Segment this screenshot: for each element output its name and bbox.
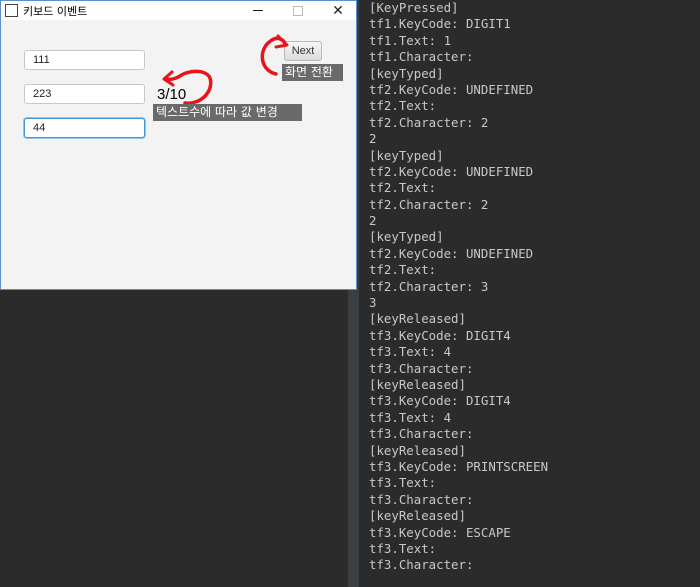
console-line: tf3.Text: [369,540,437,556]
console-line: tf3.KeyCode: PRINTSCREEN [369,458,549,474]
console-line: [keyReleased] [369,508,466,524]
console-line: tf3.Character: [369,491,474,507]
console-line: tf2.Text: [369,262,437,278]
console-line: tf2.KeyCode: UNDEFINED [369,81,534,97]
console-line: tf2.Character: 2 [369,114,489,130]
text-field-3[interactable] [24,118,145,138]
console-line: tf2.KeyCode: UNDEFINED [369,245,534,261]
console-line: tf1.Text: 1 [369,32,452,48]
maximize-icon [293,5,303,16]
console-line: tf3.KeyCode: DIGIT4 [369,327,511,343]
console-line: tf3.Character: [369,360,474,376]
console-output: [KeyPressed] tf1.KeyCode: DIGIT1 tf1.Text:… [359,0,700,587]
console-line: [keyTyped] [369,229,444,245]
maximize-button[interactable] [278,1,318,20]
console-line: 3 [369,295,377,311]
console-line: [keyReleased] [369,311,466,327]
text-field-2[interactable] [24,84,145,104]
window-title: 키보드 이벤트 [23,5,88,18]
console-line: [keyReleased] [369,442,466,458]
console-line: tf1.KeyCode: DIGIT1 [369,16,511,32]
text-field-1[interactable] [24,50,145,70]
console-line: [keyTyped] [369,147,444,163]
console-line: tf3.Text: 4 [369,344,452,360]
console-line: tf2.Text: [369,180,437,196]
close-icon: ✕ [332,2,344,19]
console-line: tf2.Text: [369,98,437,114]
screen-change-note: 화면 전환 [282,64,343,81]
console-line: tf3.Text: [369,475,437,491]
app-window: 키보드 이벤트 ✕ Next 3/10 [0,0,357,290]
console-line: tf1.Character: [369,49,474,65]
console-line: tf3.Character: [369,557,474,573]
minimize-button[interactable] [238,1,278,20]
title-bar[interactable]: 키보드 이벤트 ✕ [1,1,356,20]
value-change-note: 텍스트수에 따라 값 변경 [153,104,302,121]
console-line: tf2.Character: 2 [369,196,489,212]
console-line: [keyTyped] [369,65,444,81]
console-line: tf3.KeyCode: ESCAPE [369,524,511,540]
console-line: tf3.KeyCode: DIGIT4 [369,393,511,409]
console-line: [keyReleased] [369,376,466,392]
console-lines: [KeyPressed] tf1.KeyCode: DIGIT1 tf1.Text:… [359,0,700,574]
console-line: [KeyPressed] [369,0,459,15]
char-counter-label: 3/10 [157,86,187,103]
console-line: tf2.KeyCode: UNDEFINED [369,163,534,179]
console-line: tf3.Text: 4 [369,409,452,425]
console-line: tf3.Character: [369,426,474,442]
console-line: 2 [369,213,377,229]
minimize-icon [253,10,263,11]
next-button[interactable]: Next [284,41,322,61]
console-line: 2 [369,131,377,147]
console-line: tf2.Character: 3 [369,278,489,294]
app-icon [5,4,18,17]
close-button[interactable]: ✕ [318,1,358,20]
